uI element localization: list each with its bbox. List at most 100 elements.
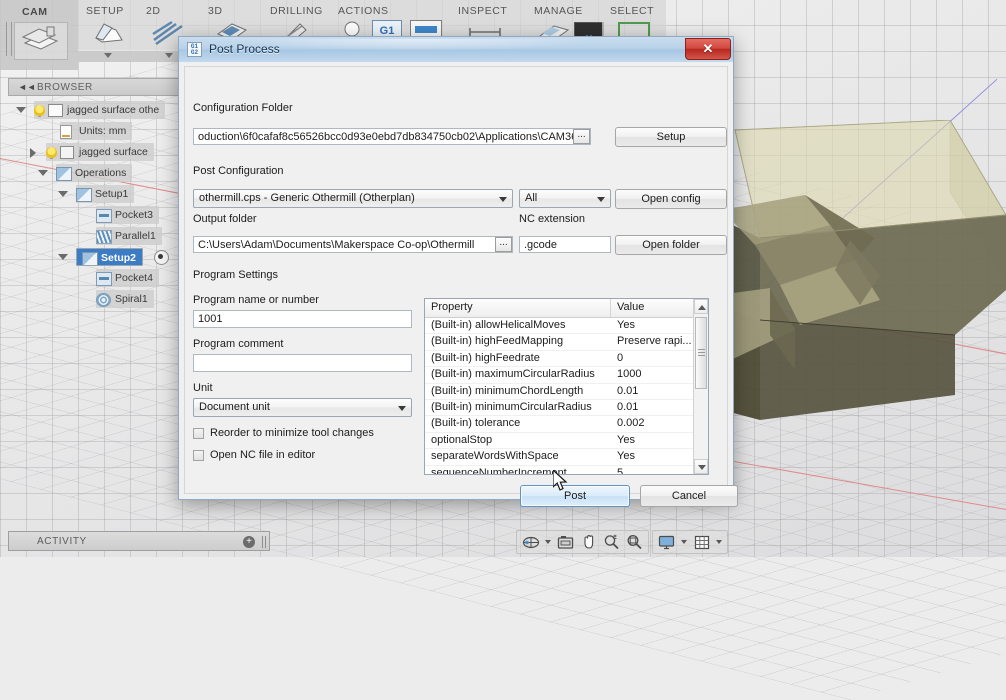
tree-item-jagged-surface-othe[interactable]: jagged surface othe [8, 100, 188, 121]
nav-group-primary[interactable] [516, 530, 649, 554]
expander-closed-icon[interactable] [28, 148, 37, 158]
orbit-dropdown-icon[interactable] [545, 540, 551, 544]
body-icon [60, 145, 75, 159]
expander-open-icon[interactable] [58, 190, 68, 199]
property-grid-row[interactable]: optionalStop Yes [425, 433, 708, 450]
grid-dropdown-icon[interactable] [716, 540, 722, 544]
nc-extension-input[interactable]: .gcode [519, 236, 611, 253]
post-button[interactable]: Post [520, 485, 630, 507]
activity-bar[interactable]: ACTIVITY + [8, 531, 270, 551]
tree-item-jagged-surface[interactable]: jagged surface [8, 142, 188, 163]
property-name-cell: optionalStop [431, 433, 493, 446]
tree-item-label: Operations [75, 167, 127, 179]
setup-icon [56, 166, 72, 181]
tree-item-row[interactable]: Operations [56, 164, 133, 182]
config-folder-browse-button[interactable]: ... [573, 129, 590, 144]
output-folder-label: Output folder [193, 213, 257, 225]
tree-item-parallel1[interactable]: Parallel1 [8, 226, 188, 247]
orbit-icon[interactable] [520, 533, 541, 551]
property-grid-row[interactable]: (Built-in) highFeedrate 0 [425, 351, 708, 368]
tree-item-row[interactable]: Parallel1 [96, 227, 162, 245]
checkbox-box[interactable] [193, 450, 204, 461]
browser-panel-header[interactable]: ◄◄ BROWSER [8, 78, 180, 96]
cancel-button[interactable]: Cancel [640, 485, 738, 507]
unit-select[interactable]: Document unit [193, 398, 412, 417]
pan-icon[interactable] [578, 533, 599, 551]
post-filter-value: All [525, 192, 538, 204]
lightbulb-icon[interactable] [46, 146, 57, 158]
dialog-body: Configuration Folder oduction\6f0cafaf8c… [178, 62, 738, 507]
tree-item-operations[interactable]: Operations [8, 163, 188, 184]
open-folder-button[interactable]: Open folder [615, 235, 727, 255]
activity-add-icon[interactable]: + [243, 536, 255, 548]
fit-icon[interactable] [624, 533, 645, 551]
tree-item-row[interactable]: Units: mm [60, 122, 133, 140]
lightbulb-icon[interactable] [34, 104, 45, 116]
property-grid-scrollbar[interactable] [693, 299, 708, 474]
display-settings-icon[interactable] [656, 533, 677, 551]
tree-item-row[interactable]: Spiral1 [96, 290, 154, 308]
dialog-titlebar[interactable]: G1 G2 Post Process ✕ [178, 36, 734, 62]
post-process-dialog[interactable]: G1 G2 Post Process ✕ Configuration Folde… [178, 36, 738, 507]
setup-button[interactable]: Setup [615, 127, 727, 147]
tree-item-row[interactable]: Setup2 [76, 248, 144, 266]
property-grid-row[interactable]: (Built-in) allowHelicalMoves Yes [425, 318, 708, 335]
post-filter-select[interactable]: All [519, 189, 611, 208]
look-at-icon[interactable] [555, 533, 576, 551]
property-grid-row[interactable]: (Built-in) minimumCircularRadius 0.01 [425, 400, 708, 417]
property-name-cell: (Built-in) maximumCircularRadius [431, 368, 595, 381]
tree-item-label: Pocket4 [115, 272, 153, 284]
property-grid-row[interactable]: (Built-in) highFeedMapping Preserve rapi.… [425, 334, 708, 351]
expander-open-icon[interactable] [38, 169, 48, 178]
program-name-input[interactable]: 1001 [193, 310, 412, 328]
tree-item-row[interactable]: Setup1 [76, 185, 135, 203]
property-grid-row[interactable]: (Built-in) maximumCircularRadius 1000 [425, 367, 708, 384]
tree-item-row[interactable]: jagged surface [46, 143, 154, 161]
activity-grip[interactable] [262, 536, 266, 548]
tree-item-setup1[interactable]: Setup1 [8, 184, 188, 205]
expander-open-icon[interactable] [16, 106, 26, 115]
setup-icon[interactable] [94, 20, 124, 49]
browser-title: BROWSER [37, 82, 93, 93]
scroll-down-button[interactable] [694, 459, 708, 474]
nav-group-display[interactable] [652, 530, 728, 554]
setup-dropdown[interactable] [78, 50, 138, 62]
property-grid-row[interactable]: (Built-in) minimumChordLength 0.01 [425, 384, 708, 400]
ribbon-group-setup[interactable]: SETUP [78, 0, 139, 62]
property-name-cell: (Built-in) allowHelicalMoves [431, 319, 566, 331]
ribbon-cam-workspace[interactable]: CAM [0, 0, 78, 70]
tree-item-pocket4[interactable]: Pocket4 [8, 268, 188, 289]
tree-item-setup2[interactable]: Setup2 [8, 247, 188, 268]
active-setup-radio[interactable] [154, 250, 169, 265]
tree-item-row[interactable]: jagged surface othe [34, 101, 166, 119]
zoom-icon[interactable] [601, 533, 622, 551]
post-config-select[interactable]: othermill.cps - Generic Othermill (Other… [193, 189, 513, 208]
cam-part-model[interactable] [700, 120, 1006, 450]
property-grid-row[interactable]: separateWordsWithSpace Yes [425, 449, 708, 466]
tree-item-row[interactable]: Pocket4 [96, 269, 159, 287]
tree-item-row[interactable]: Pocket3 [96, 206, 159, 224]
checkbox-box[interactable] [193, 428, 204, 439]
property-grid-row[interactable]: (Built-in) tolerance 0.002 [425, 416, 708, 433]
scroll-up-button[interactable] [694, 299, 708, 314]
property-grid-rows[interactable]: (Built-in) allowHelicalMoves Yes (Built-in… [425, 318, 708, 474]
expander-open-icon[interactable] [58, 253, 68, 262]
tree-item-pocket3[interactable]: Pocket3 [8, 205, 188, 226]
post-config-label: Post Configuration [193, 165, 284, 177]
property-grid[interactable]: Property Value (Built-in) allowHelicalMo… [424, 298, 709, 475]
grid-snaps-icon[interactable] [691, 533, 712, 551]
tree-item-spiral1[interactable]: Spiral1 [8, 289, 188, 310]
display-dropdown-icon[interactable] [681, 540, 687, 544]
collapse-icon[interactable]: ◄◄ [18, 83, 36, 92]
browser-tree[interactable]: jagged surface othe Units: mm jagged surfa… [8, 100, 188, 310]
output-folder-browse-button[interactable]: ... [495, 237, 512, 252]
view-navigation-toolbar[interactable] [516, 530, 728, 554]
open-config-button[interactable]: Open config [615, 189, 727, 209]
config-folder-input[interactable]: oduction\6f0cafaf8c56526bcc0d93e0ebd7db8… [193, 128, 591, 145]
close-icon[interactable]: ✕ [685, 38, 731, 60]
output-folder-input[interactable]: C:\Users\Adam\Documents\Makerspace Co-op… [193, 236, 513, 253]
program-comment-input[interactable] [193, 354, 412, 372]
property-grid-header: Property Value [425, 299, 708, 318]
tree-item-units-mm[interactable]: Units: mm [8, 121, 188, 142]
scrollbar-thumb[interactable] [695, 317, 707, 389]
